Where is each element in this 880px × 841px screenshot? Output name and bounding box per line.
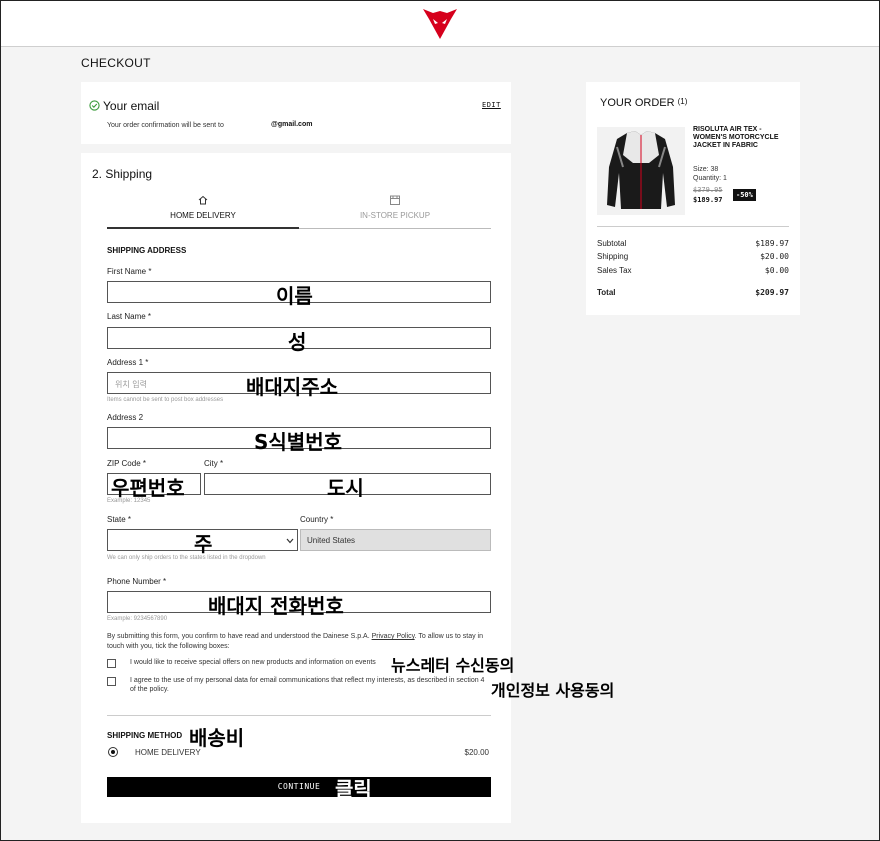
subtotal-value: $189.97 [755, 239, 789, 248]
product-quantity: Quantity: 1 [693, 175, 727, 182]
address2-annotation: S식별번호 [254, 430, 343, 454]
check-circle-icon [89, 100, 100, 111]
total-value: $209.97 [755, 288, 789, 297]
address1-placeholder: 위치 입력 [115, 380, 147, 389]
city-input[interactable]: 도시 [204, 473, 491, 500]
first-name-annotation: 이름 [276, 284, 313, 308]
country-value: United States [307, 536, 356, 545]
last-name-annotation: 성 [288, 330, 307, 354]
first-name-input[interactable]: 이름 [107, 281, 491, 308]
shipping-cost-label: Shipping [597, 252, 629, 261]
consent-text: By submitting this form, you confirm to … [107, 632, 493, 652]
product-name: RISOLUTA AIR TEX - WOMEN'S MOTORCYCLE JA… [693, 126, 779, 149]
offers-checkbox[interactable] [107, 659, 116, 668]
privacy-policy-link[interactable]: Privacy Policy [372, 633, 415, 640]
tab-home-delivery[interactable]: HOME DELIVERY [107, 193, 299, 229]
order-divider [597, 226, 789, 227]
country-label: Country * [300, 515, 334, 524]
tab-home-delivery-label: HOME DELIVERY [170, 211, 236, 220]
order-title: YOUR ORDER (1) [600, 97, 687, 109]
top-header [1, 1, 879, 47]
state-select[interactable]: 주 [107, 529, 298, 556]
sales-tax-value: $0.00 [764, 266, 789, 275]
shipping-cost-value: $20.00 [760, 252, 789, 261]
offers-checkbox-label: I would like to receive special offers o… [130, 659, 376, 666]
continue-annotation: 클릭 [335, 777, 372, 801]
tab-in-store-pickup-label: IN-STORE PICKUP [359, 211, 431, 220]
phone-hint: Example: 9234567890 [107, 616, 168, 622]
shipping-section: 2. Shipping HOME DELIVERY IN-STORE PICKU… [81, 153, 614, 823]
offers-annotation: 뉴스레터 수신동의 [391, 656, 515, 675]
chevron-down-icon [286, 538, 294, 544]
dainese-devil-logo-icon[interactable] [423, 9, 457, 39]
address1-label: Address 1 * [107, 358, 149, 367]
total-label: Total [597, 288, 616, 297]
home-delivery-radio[interactable] [108, 747, 118, 757]
edit-email-link[interactable]: EDIT [482, 101, 501, 109]
city-label: City * [204, 459, 224, 468]
continue-button[interactable]: CONTINUE 클릭 [107, 777, 491, 801]
order-count: (1) [677, 97, 688, 106]
zip-annotation: 우편번호 [111, 476, 185, 500]
personal-data-annotation: 개인정보 사용동의 [491, 681, 615, 700]
zip-input[interactable]: 우편번호 [107, 473, 201, 500]
shipping-method-heading: SHIPPING METHOD [107, 731, 183, 740]
personal-data-checkbox-label: I agree to the use of my personal data f… [130, 677, 485, 693]
store-icon [390, 195, 400, 205]
zip-hint: Example: 12345 [107, 498, 151, 504]
consent-text-part1: By submitting this form, you confirm to … [107, 633, 370, 640]
page-title: CHECKOUT [81, 56, 151, 70]
last-name-input[interactable]: 성 [107, 327, 491, 354]
product-image[interactable] [597, 127, 685, 215]
radio-dot [111, 750, 115, 754]
address2-label: Address 2 [107, 413, 144, 422]
state-label: State * [107, 515, 132, 524]
product-old-price: $379.95 [693, 186, 723, 194]
city-annotation: 도시 [327, 476, 364, 500]
order-title-text: YOUR ORDER [600, 97, 675, 109]
shipping-address-heading: SHIPPING ADDRESS [107, 246, 187, 255]
shipping-method-annotation: 배송비 [189, 726, 245, 750]
phone-annotation: 배대지 전화번호 [208, 594, 344, 618]
last-name-label: Last Name * [107, 312, 152, 321]
country-field: United States [300, 529, 491, 551]
shipping-title: 2. Shipping [92, 167, 153, 181]
phone-label: Phone Number * [107, 577, 167, 586]
address1-input[interactable]: 위치 입력 배대지주소 [107, 372, 491, 399]
home-delivery-option-price: $20.00 [464, 748, 489, 757]
email-section: Your email EDIT Your order confirmation … [81, 82, 511, 144]
order-summary: YOUR ORDER (1) RISOLUTA AIR TEX - WOMEN'… [586, 82, 800, 315]
home-delivery-option-label: HOME DELIVERY [135, 748, 201, 757]
zip-label: ZIP Code * [107, 459, 146, 468]
divider [107, 715, 491, 716]
personal-data-checkbox[interactable] [107, 677, 116, 686]
product-price: $189.97 [693, 196, 723, 204]
first-name-label: First Name * [107, 267, 152, 276]
address2-input[interactable]: S식별번호 [107, 427, 491, 454]
email-section-title: Your email [103, 99, 160, 113]
subtotal-label: Subtotal [597, 239, 627, 248]
phone-input[interactable]: 배대지 전화번호 [107, 591, 491, 618]
product-size: Size: 38 [693, 166, 719, 173]
discount-badge: -50% [733, 189, 756, 201]
sales-tax-label: Sales Tax [597, 266, 632, 275]
tab-in-store-pickup[interactable]: IN-STORE PICKUP [299, 193, 491, 229]
confirmation-text: Your order confirmation will be sent to [107, 122, 224, 129]
address1-hint: Items cannot be sent to post box address… [107, 397, 224, 403]
email-value: @gmail.com [271, 121, 313, 128]
continue-button-label: CONTINUE [277, 782, 321, 791]
address1-annotation: 배대지주소 [246, 375, 338, 399]
home-icon [198, 195, 208, 205]
state-annotation: 주 [194, 532, 213, 556]
state-hint: We can only ship orders to the states li… [107, 555, 266, 561]
